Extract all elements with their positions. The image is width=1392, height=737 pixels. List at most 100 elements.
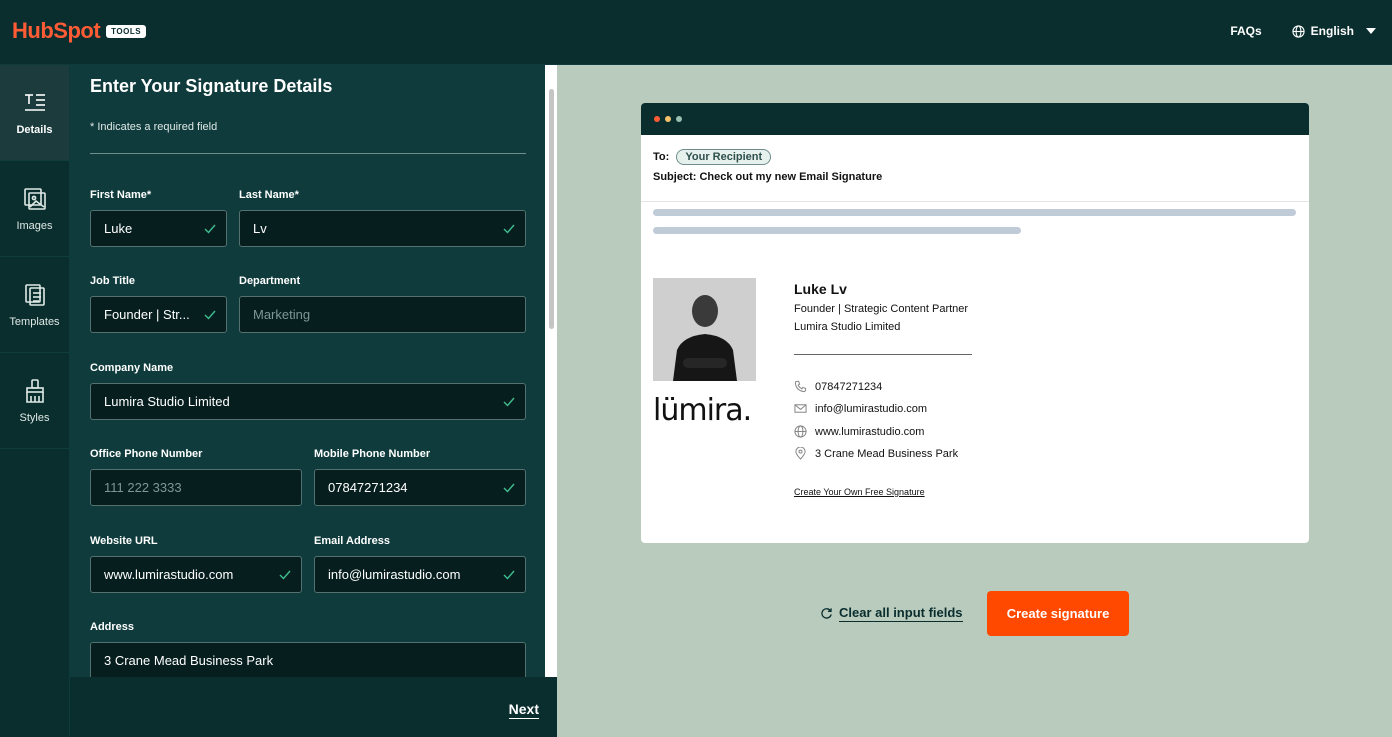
scrollbar-thumb[interactable]: [549, 89, 554, 329]
signature-phone: 07847271234: [794, 380, 882, 393]
office-phone-placeholder: 111 222 3333: [104, 480, 182, 495]
globe-icon: [1292, 24, 1305, 38]
address-label: Address: [90, 621, 135, 633]
department-placeholder: Marketing: [253, 307, 311, 322]
last-name-input[interactable]: Lv: [239, 210, 526, 247]
signature-title: Founder | Strategic Content Partner: [794, 303, 969, 315]
window-dot-yellow: [665, 116, 671, 122]
check-icon: [503, 224, 515, 234]
create-own-signature-link[interactable]: Create Your Own Free Signature: [794, 487, 925, 497]
profile-photo: [653, 278, 756, 381]
preview-window-bar: [641, 103, 1309, 135]
location-pin-icon: [795, 447, 806, 460]
job-title-label: Job Title: [90, 275, 136, 287]
language-label: English: [1310, 24, 1354, 38]
top-bar: HubSpot TOOLS FAQs English: [0, 0, 1392, 65]
side-nav: Details Images Templates Styles: [0, 65, 70, 737]
language-selector[interactable]: English: [1292, 24, 1376, 38]
body-placeholder-line: [653, 209, 1296, 216]
job-title-input[interactable]: Founder | Str...: [90, 296, 227, 333]
last-name-value: Lv: [253, 221, 267, 236]
person-silhouette-icon: [653, 278, 756, 381]
signature-website-value: www.lumirastudio.com: [815, 425, 925, 438]
chevron-down-icon: [1366, 28, 1376, 34]
nav-label-styles: Styles: [19, 411, 50, 424]
details-form-panel: Enter Your Signature Details * Indicates…: [70, 65, 545, 677]
brand-name: HubSpot: [12, 18, 101, 43]
phone-icon: [794, 380, 807, 393]
signature-name: Luke Lv: [794, 281, 847, 297]
address-value: 3 Crane Mead Business Park: [104, 653, 274, 668]
check-icon: [279, 570, 291, 580]
create-signature-button[interactable]: Create signature: [987, 591, 1129, 636]
first-name-input[interactable]: Luke: [90, 210, 227, 247]
mail-divider: [641, 201, 1309, 202]
check-icon: [204, 310, 216, 320]
brush-icon: [25, 378, 44, 403]
office-phone-label: Office Phone Number: [90, 448, 203, 460]
nav-label-details: Details: [16, 123, 53, 136]
job-title-value: Founder | Str...: [104, 307, 190, 322]
hubspot-logo[interactable]: HubSpot TOOLS: [12, 18, 147, 44]
signature-website: www.lumirastudio.com: [794, 425, 924, 438]
mobile-phone-value: 07847271234: [328, 480, 408, 495]
check-icon: [204, 224, 216, 234]
department-label: Department: [239, 275, 301, 287]
recipient-chip: Your Recipient: [676, 149, 772, 165]
nav-label-images: Images: [16, 219, 53, 232]
image-icon: [23, 187, 46, 210]
office-phone-input[interactable]: 111 222 3333: [90, 469, 302, 506]
signature-preview: To: Your Recipient Subject: Check out my…: [641, 103, 1309, 543]
check-icon: [503, 570, 515, 580]
form-scrollbar[interactable]: [545, 65, 557, 737]
mobile-phone-input[interactable]: 07847271234: [314, 469, 526, 506]
form-footer: Next: [70, 677, 557, 737]
website-input[interactable]: www.lumirastudio.com: [90, 556, 302, 593]
check-icon: [503, 397, 515, 407]
to-label: To:: [653, 151, 670, 163]
last-name-label: Last Name*: [239, 189, 299, 201]
clear-fields-button[interactable]: Clear all input fields: [820, 605, 963, 622]
website-value: www.lumirastudio.com: [104, 567, 234, 582]
address-input[interactable]: 3 Crane Mead Business Park: [90, 642, 526, 677]
signature-divider: [794, 354, 972, 355]
check-icon: [503, 483, 515, 493]
nav-item-styles[interactable]: Styles: [0, 353, 69, 449]
mobile-phone-label: Mobile Phone Number: [314, 448, 431, 460]
mail-to-row: To: Your Recipient: [653, 149, 772, 165]
window-dot-red: [654, 116, 660, 122]
signature-company: Lumira Studio Limited: [794, 321, 901, 333]
signature-phone-value: 07847271234: [815, 380, 883, 393]
required-note: * Indicates a required field: [90, 121, 218, 133]
envelope-icon: [794, 404, 807, 413]
first-name-label: First Name*: [90, 189, 152, 201]
tools-badge: TOOLS: [106, 24, 147, 38]
nav-item-details[interactable]: Details: [0, 65, 69, 161]
faqs-link[interactable]: FAQs: [1230, 24, 1261, 38]
company-name-input[interactable]: Lumira Studio Limited: [90, 383, 526, 420]
form-title: Enter Your Signature Details: [90, 76, 333, 96]
signature-email-value: info@lumirastudio.com: [815, 402, 928, 415]
email-label: Email Address: [314, 535, 391, 547]
templates-icon: [24, 283, 45, 306]
website-label: Website URL: [90, 535, 158, 547]
body-placeholder-line: [653, 227, 1021, 234]
nav-item-images[interactable]: Images: [0, 161, 69, 257]
nav-label-templates: Templates: [9, 315, 60, 328]
signature-email: info@lumirastudio.com: [794, 402, 927, 415]
first-name-value: Luke: [104, 221, 133, 236]
next-button[interactable]: Next: [508, 701, 539, 719]
mail-subject: Subject: Check out my new Email Signatur…: [653, 171, 883, 183]
company-logo: lümira.: [653, 393, 752, 428]
signature-address: 3 Crane Mead Business Park: [794, 447, 958, 460]
text-lines-icon: [24, 93, 45, 111]
company-name-label: Company Name: [90, 362, 174, 374]
company-name-value: Lumira Studio Limited: [104, 394, 230, 409]
globe-icon: [794, 425, 807, 438]
form-divider: [90, 153, 526, 154]
refresh-icon: [821, 608, 832, 619]
nav-item-templates[interactable]: Templates: [0, 257, 69, 353]
department-input[interactable]: Marketing: [239, 296, 526, 333]
email-input[interactable]: info@lumirastudio.com: [314, 556, 526, 593]
email-value: info@lumirastudio.com: [328, 567, 461, 582]
